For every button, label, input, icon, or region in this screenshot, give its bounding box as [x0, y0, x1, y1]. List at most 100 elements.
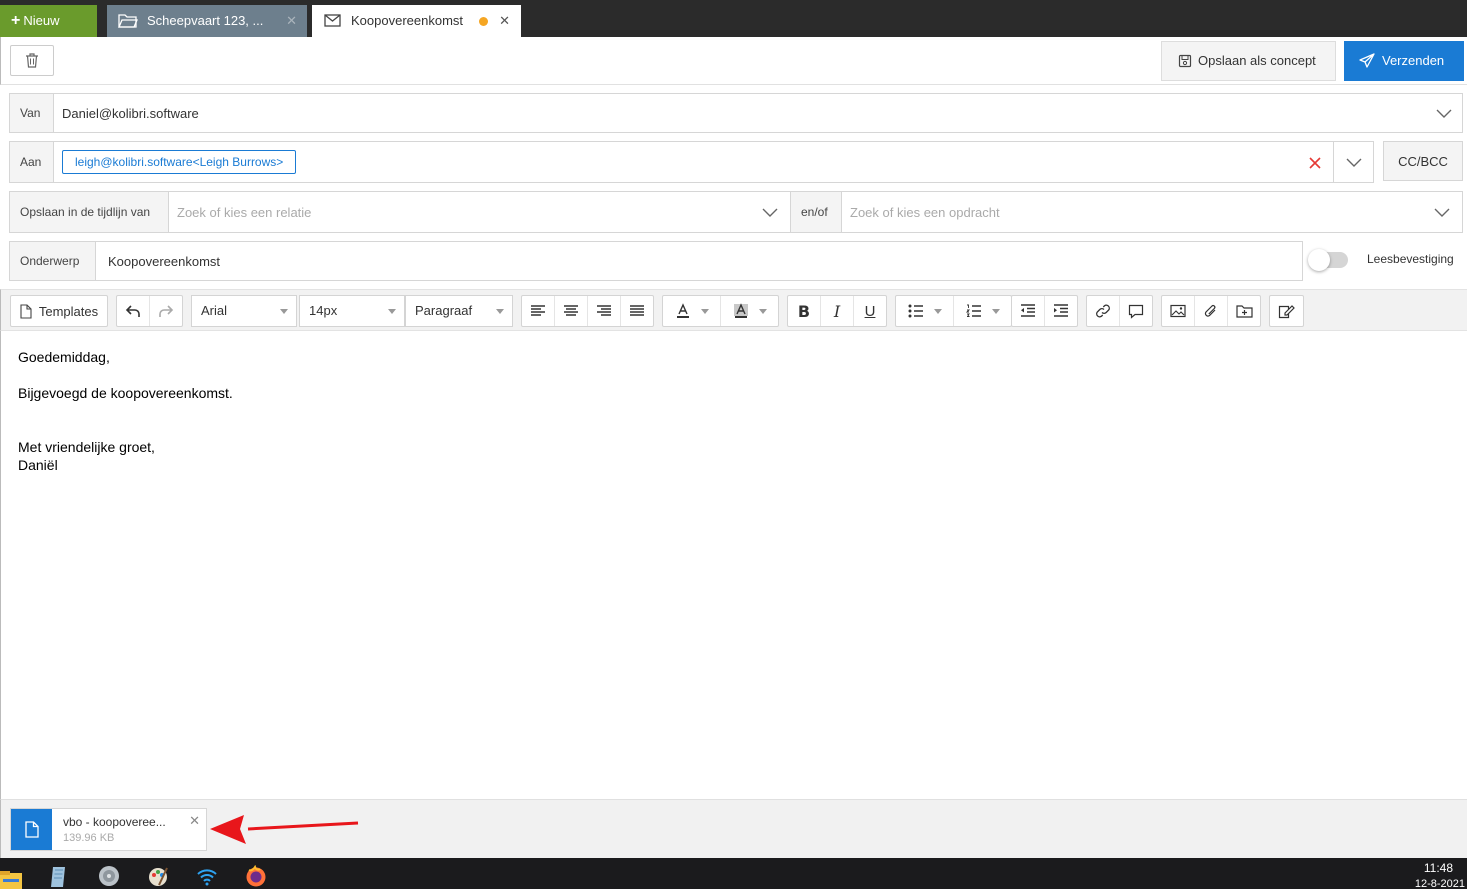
undo-icon [125, 305, 140, 317]
chevron-down-icon[interactable] [762, 208, 778, 218]
bullet-list-icon [908, 304, 923, 318]
caret-down-icon [280, 309, 288, 314]
attachment-item[interactable]: vbo - koopoveree... 139.96 KB ✕ [10, 808, 207, 851]
body-greeting: Goedemiddag, [18, 349, 110, 365]
notes-app-icon[interactable] [49, 865, 71, 887]
divider [1333, 142, 1334, 182]
undo-button[interactable] [117, 296, 150, 326]
bold-button[interactable]: B [788, 296, 821, 326]
font-size-select[interactable]: 14px [299, 295, 405, 327]
envelope-icon [324, 14, 341, 27]
add-folder-button[interactable] [1228, 296, 1260, 326]
from-value: Daniel@kolibri.software [62, 105, 199, 121]
underline-button[interactable]: U [854, 296, 886, 326]
folder-icon [118, 14, 138, 28]
underline-icon: U [864, 302, 876, 320]
tab-scheepvaart[interactable]: Scheepvaart 123, ... ✕ [107, 5, 307, 37]
trash-icon [26, 53, 38, 68]
italic-button[interactable]: I [821, 296, 854, 326]
indent-group [1011, 295, 1078, 327]
to-field[interactable]: Aan leigh@kolibri.software<Leigh Burrows… [9, 141, 1374, 183]
red-arrow-annotation [210, 815, 359, 844]
font-family-select[interactable]: Arial [191, 295, 297, 327]
templates-button[interactable]: Templates [10, 295, 108, 327]
list-group [895, 295, 1012, 327]
subject-label: Onderwerp [10, 242, 96, 280]
wifi-icon[interactable] [196, 865, 218, 887]
caret-down-icon [388, 309, 396, 314]
bullet-list-button[interactable] [896, 296, 954, 326]
attachment-bar: vbo - koopoveree... 139.96 KB ✕ [0, 799, 1467, 858]
caret-down-icon [758, 308, 767, 314]
indent-button[interactable] [1045, 296, 1077, 326]
close-tab-icon[interactable]: ✕ [499, 5, 510, 37]
from-field[interactable]: Van Daniel@kolibri.software [9, 93, 1463, 133]
link-button[interactable] [1087, 296, 1120, 326]
clock-date[interactable]: 12-8-2021 [1415, 878, 1465, 890]
text-color-button[interactable] [663, 296, 721, 326]
read-receipt-label: Leesbevestiging [1367, 252, 1454, 266]
text-color-icon [676, 303, 689, 318]
attachment-size: 139.96 KB [63, 832, 115, 844]
clear-recipients-icon[interactable] [1309, 157, 1321, 169]
numbered-list-button[interactable] [954, 296, 1011, 326]
disc-app-icon[interactable] [98, 865, 120, 887]
remove-attachment-icon[interactable]: ✕ [189, 813, 200, 829]
redo-button[interactable] [150, 296, 182, 326]
firefox-icon[interactable] [245, 865, 267, 887]
image-button[interactable] [1162, 296, 1195, 326]
redo-icon [159, 305, 174, 317]
align-justify-button[interactable] [621, 296, 653, 326]
send-button[interactable]: Verzenden [1344, 41, 1464, 81]
file-explorer-icon[interactable] [0, 867, 22, 889]
relation-search[interactable]: Zoek of kies een relatie [177, 192, 311, 232]
new-button[interactable]: + Nieuw [0, 5, 97, 37]
chevron-down-icon[interactable] [1346, 158, 1362, 168]
recipient-chip[interactable]: leigh@kolibri.software<Leigh Burrows> [62, 150, 297, 174]
indent-icon [1054, 304, 1068, 317]
close-tab-icon[interactable]: ✕ [286, 5, 297, 37]
message-body-editor[interactable]: Goedemiddag, Bijgevoegd de koopovereenko… [0, 331, 1467, 799]
attach-button[interactable] [1195, 296, 1228, 326]
clock-time[interactable]: 11:48 [1424, 861, 1453, 875]
editor-toolbar: Templates Arial 14px Paragraaf B I U [0, 289, 1467, 331]
align-left-button[interactable] [522, 296, 555, 326]
align-center-button[interactable] [555, 296, 588, 326]
save-draft-button[interactable]: Opslaan als concept [1161, 41, 1336, 81]
read-receipt-toggle[interactable] [1308, 249, 1348, 271]
body-line: Bijgevoegd de koopovereenkomst. [18, 385, 233, 401]
outdent-button[interactable] [1012, 296, 1045, 326]
subject-input[interactable]: Koopovereenkomst [108, 242, 220, 280]
body-closing: Met vriendelijke groet, [18, 439, 155, 455]
media-group [1161, 295, 1261, 327]
comment-button[interactable] [1120, 296, 1152, 326]
align-center-icon [564, 305, 578, 316]
send-label: Verzenden [1382, 53, 1445, 68]
subject-field[interactable]: Onderwerp Koopovereenkomst [9, 241, 1303, 281]
to-label: Aan [10, 142, 54, 182]
signature-button[interactable] [1270, 296, 1303, 326]
and-or-label: en/of [790, 192, 842, 232]
image-icon [1170, 304, 1186, 318]
link-icon [1096, 304, 1110, 318]
from-label: Van [10, 94, 54, 132]
chevron-down-icon[interactable] [1434, 208, 1450, 218]
chevron-down-icon[interactable] [1436, 109, 1452, 119]
tab-bar: + Nieuw Scheepvaart 123, ... ✕ Koopoveree… [0, 0, 1467, 37]
paint-app-icon[interactable] [147, 865, 169, 887]
document-icon [20, 303, 32, 319]
block-format-select[interactable]: Paragraaf [405, 295, 513, 327]
toggle-knob [1308, 249, 1330, 271]
align-left-icon [531, 305, 545, 316]
plus-icon: + [11, 12, 21, 29]
assignment-search[interactable]: Zoek of kies een opdracht [850, 192, 1000, 232]
timeline-label: Opslaan in de tijdlijn van [10, 192, 169, 232]
history-group [116, 295, 183, 327]
highlight-color-button[interactable] [721, 296, 778, 326]
font-family-value: Arial [201, 303, 228, 318]
cc-bcc-button[interactable]: CC/BCC [1383, 141, 1463, 181]
align-right-button[interactable] [588, 296, 621, 326]
tab-koopovereenkomst[interactable]: Koopovereenkomst ✕ [312, 5, 521, 37]
delete-button[interactable] [10, 45, 54, 76]
tab-label: Koopovereenkomst [351, 13, 464, 28]
